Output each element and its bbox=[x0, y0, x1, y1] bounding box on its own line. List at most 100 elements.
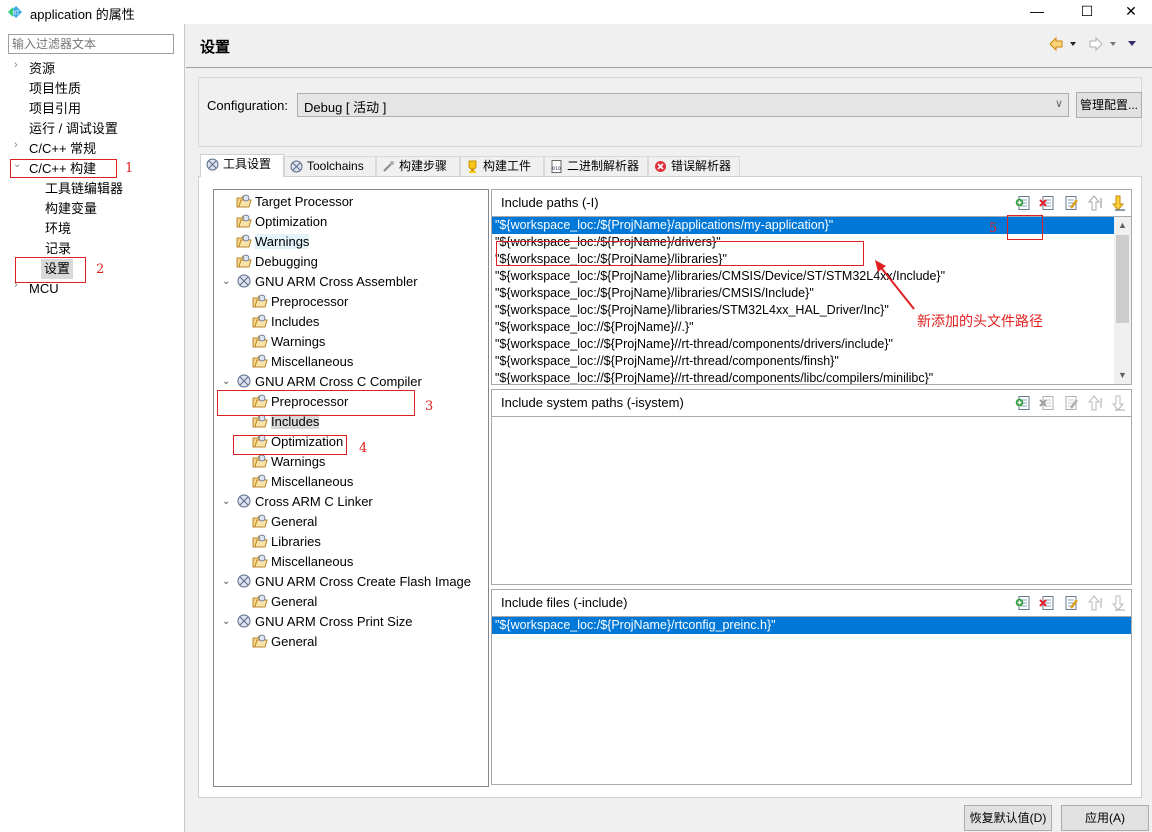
list-item[interactable]: "${workspace_loc://${ProjName}//rt-threa… bbox=[492, 336, 1114, 353]
scroll-down-icon[interactable]: ▼ bbox=[1114, 367, 1131, 384]
minimize-button[interactable]: — bbox=[1014, 0, 1060, 24]
tree-option-node[interactable]: Target Processor bbox=[236, 192, 353, 212]
sidebar-item-build-variables[interactable]: 构建变量 bbox=[45, 199, 97, 219]
tab-label: 错误解析器 bbox=[671, 159, 732, 173]
tree-tool-node[interactable]: ⌄ GNU ARM Cross Create Flash Image bbox=[222, 572, 471, 592]
list-item[interactable]: "${workspace_loc:/${ProjName}/libraries/… bbox=[492, 285, 1114, 302]
tree-option-node[interactable]: Warnings bbox=[236, 232, 310, 252]
back-dropdown-icon[interactable] bbox=[1070, 42, 1076, 46]
sidebar-item-logging[interactable]: 记录 bbox=[45, 239, 71, 259]
manage-configurations-button[interactable]: 管理配置... bbox=[1076, 92, 1142, 118]
annotation-number-3: 3 bbox=[425, 399, 434, 414]
move-up-icon[interactable] bbox=[1087, 195, 1103, 211]
include-system-paths-list[interactable] bbox=[492, 417, 1131, 584]
chevron-right-icon[interactable]: › bbox=[14, 59, 24, 79]
tab-tool-settings[interactable]: 工具设置 bbox=[200, 154, 284, 177]
add-icon[interactable] bbox=[1015, 595, 1031, 611]
tree-option-node[interactable]: General bbox=[252, 632, 317, 652]
main-panel: 设置 Configuration: Debug [ 活动 ] ∨ 管理配置...… bbox=[186, 24, 1152, 832]
tree-tool-node[interactable]: ⌄ Cross ARM C Linker bbox=[222, 492, 373, 512]
chevron-down-icon[interactable]: ⌄ bbox=[222, 372, 230, 392]
tree-option-node[interactable]: Optimization bbox=[236, 212, 327, 232]
tree-option-node[interactable]: Miscellaneous bbox=[252, 552, 353, 572]
delete-icon[interactable] bbox=[1039, 395, 1055, 411]
tab-label: 构建步骤 bbox=[399, 159, 448, 173]
sidebar-item-resources[interactable]: 资源 bbox=[29, 59, 55, 79]
tab-binary-parsers[interactable]: 010 二进制解析器 bbox=[544, 156, 648, 176]
option-folder-icon bbox=[252, 513, 268, 529]
tree-option-node[interactable]: Miscellaneous bbox=[252, 352, 353, 372]
tree-option-node[interactable]: Debugging bbox=[236, 252, 318, 272]
forward-arrow-icon[interactable] bbox=[1089, 36, 1103, 52]
move-up-icon[interactable] bbox=[1087, 395, 1103, 411]
tab-build-steps[interactable]: 构建步骤 bbox=[376, 156, 460, 176]
sidebar-item-project-references[interactable]: 项目引用 bbox=[29, 99, 81, 119]
chevron-right-icon[interactable]: › bbox=[14, 139, 24, 159]
tree-node-label: Includes bbox=[271, 414, 320, 429]
tree-option-node[interactable]: General bbox=[252, 512, 317, 532]
binary-parser-icon: 010 bbox=[551, 160, 562, 173]
tab-toolchains[interactable]: Toolchains bbox=[284, 156, 376, 176]
add-icon[interactable] bbox=[1015, 395, 1031, 411]
include-files-title: Include files (-include) bbox=[501, 595, 628, 610]
tab-error-parsers[interactable]: 错误解析器 bbox=[648, 156, 740, 176]
sidebar-item-project-natures[interactable]: 项目性质 bbox=[29, 79, 81, 99]
tool-settings-panel: Target Processor Optimization Warnings Debu… bbox=[198, 176, 1142, 798]
edit-icon[interactable] bbox=[1063, 595, 1079, 611]
filter-input[interactable] bbox=[8, 34, 174, 54]
list-item[interactable]: "${workspace_loc://${ProjName}//rt-threa… bbox=[492, 353, 1114, 370]
include-files-list[interactable]: "${workspace_loc:/${ProjName}/rtconfig_p… bbox=[492, 617, 1131, 784]
tree-tool-node[interactable]: ⌄ GNU ARM Cross C Compiler bbox=[222, 372, 422, 392]
move-down-icon[interactable] bbox=[1111, 395, 1127, 411]
close-button[interactable]: ✕ bbox=[1108, 0, 1152, 24]
edit-icon[interactable] bbox=[1063, 195, 1079, 211]
tree-option-node[interactable]: Preprocessor bbox=[252, 292, 348, 312]
add-icon[interactable] bbox=[1015, 195, 1031, 211]
scrollbar-thumb[interactable] bbox=[1116, 235, 1129, 323]
tab-label: 工具设置 bbox=[223, 157, 272, 171]
tree-tool-node[interactable]: ⌄ GNU ARM Cross Assembler bbox=[222, 272, 418, 292]
move-up-icon[interactable] bbox=[1087, 595, 1103, 611]
view-menu-icon[interactable] bbox=[1128, 41, 1136, 46]
include-paths-scrollbar[interactable]: ▲ ▼ bbox=[1114, 217, 1131, 384]
chevron-down-icon[interactable]: ⌄ bbox=[222, 492, 230, 512]
back-arrow-icon[interactable] bbox=[1049, 36, 1063, 52]
header-separator bbox=[186, 67, 1152, 68]
tree-option-node[interactable]: General bbox=[252, 592, 317, 612]
sidebar-item-cpp-general[interactable]: C/C++ 常规 bbox=[29, 139, 96, 159]
annotation-box-3 bbox=[217, 390, 415, 416]
tree-option-node[interactable]: Warnings bbox=[252, 452, 325, 472]
restore-defaults-button[interactable]: 恢复默认值(D) bbox=[964, 805, 1052, 831]
list-item[interactable]: "${workspace_loc:/${ProjName}/libraries/… bbox=[492, 268, 1114, 285]
forward-dropdown-icon[interactable] bbox=[1110, 42, 1116, 46]
tool-icon bbox=[236, 373, 252, 389]
sidebar-item-environment[interactable]: 环境 bbox=[45, 219, 71, 239]
include-system-paths-header: Include system paths (-isystem) bbox=[492, 390, 1131, 417]
tool-icon bbox=[236, 273, 252, 289]
tree-node-label: Optimization bbox=[255, 214, 328, 229]
apply-button[interactable]: 应用(A) bbox=[1061, 805, 1149, 831]
sidebar-item-run-debug-settings[interactable]: 运行 / 调试设置 bbox=[29, 119, 118, 139]
delete-icon[interactable] bbox=[1039, 595, 1055, 611]
tree-tool-node[interactable]: ⌄ GNU ARM Cross Print Size bbox=[222, 612, 412, 632]
chevron-down-icon[interactable]: ⌄ bbox=[222, 572, 230, 592]
edit-icon[interactable] bbox=[1063, 395, 1079, 411]
configuration-select[interactable]: Debug [ 活动 ] ∨ bbox=[297, 93, 1069, 117]
chevron-down-icon[interactable]: ⌄ bbox=[222, 272, 230, 292]
move-down-icon[interactable] bbox=[1111, 195, 1127, 211]
tree-option-node[interactable]: Includes bbox=[252, 312, 319, 332]
sidebar-item-toolchain-editor[interactable]: 工具链编辑器 bbox=[45, 179, 123, 199]
chevron-down-icon[interactable]: ⌄ bbox=[222, 612, 230, 632]
option-folder-icon bbox=[252, 633, 268, 649]
tree-option-node[interactable]: Libraries bbox=[252, 532, 321, 552]
tree-option-node[interactable]: Warnings bbox=[252, 332, 325, 352]
list-item[interactable]: "${workspace_loc:/${ProjName}/rtconfig_p… bbox=[492, 617, 1131, 634]
tab-build-artifact[interactable]: 构建工件 bbox=[460, 156, 544, 176]
maximize-button[interactable]: ☐ bbox=[1064, 0, 1110, 24]
option-folder-icon bbox=[236, 253, 252, 269]
move-down-icon[interactable] bbox=[1111, 595, 1127, 611]
scroll-up-icon[interactable]: ▲ bbox=[1114, 217, 1131, 234]
list-item[interactable]: "${workspace_loc://${ProjName}//rt-threa… bbox=[492, 370, 1114, 384]
tree-option-node[interactable]: Miscellaneous bbox=[252, 472, 353, 492]
delete-icon[interactable] bbox=[1039, 195, 1055, 211]
